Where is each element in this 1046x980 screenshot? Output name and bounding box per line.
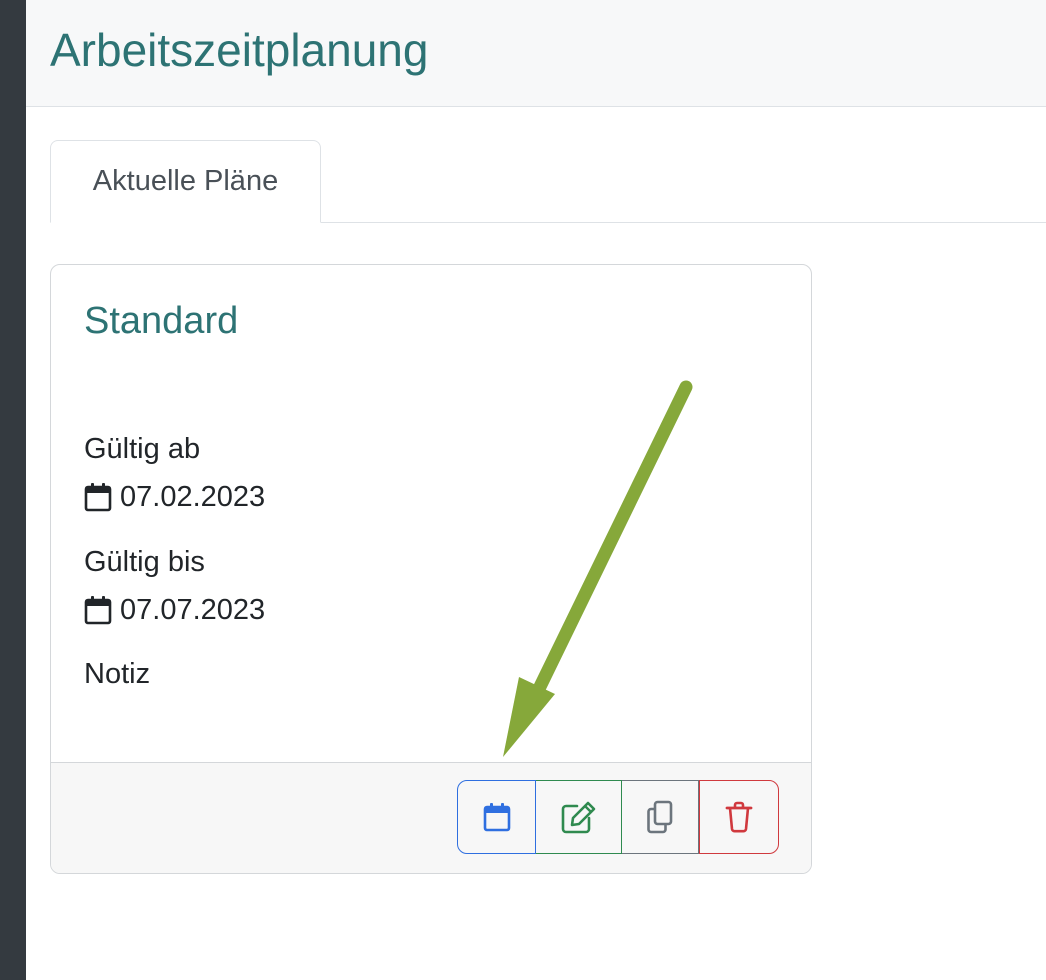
calendar-icon (84, 596, 112, 625)
valid-to-row: 07.07.2023 (84, 593, 265, 627)
valid-from-row: 07.02.2023 (84, 480, 265, 514)
edit-button[interactable] (536, 780, 622, 854)
plan-card: Standard Gültig ab 07.02.2023 Gültig bis… (50, 264, 812, 874)
action-button-group (457, 780, 779, 854)
delete-button[interactable] (699, 780, 779, 854)
copy-button[interactable] (622, 780, 699, 854)
calendar-icon (84, 483, 112, 512)
note-label: Notiz (84, 658, 151, 690)
calendar-button[interactable] (457, 780, 536, 854)
pencil-square-icon (561, 801, 595, 834)
card-footer (51, 762, 811, 873)
valid-from-label: Gültig ab (84, 433, 201, 465)
tab-aktuelle-plaene[interactable]: Aktuelle Pläne (50, 140, 321, 223)
app-sidebar (0, 0, 26, 980)
valid-from-date: 07.02.2023 (120, 481, 266, 513)
valid-to-label: Gültig bis (84, 546, 205, 578)
trash-icon (725, 801, 753, 833)
card-title: Standard (84, 300, 239, 342)
calendar-icon (483, 803, 510, 832)
valid-to-date: 07.07.2023 (120, 594, 266, 626)
page-title: Arbeitszeitplanung (50, 24, 429, 76)
page-header: Arbeitszeitplanung (26, 0, 1046, 107)
copy-icon (647, 800, 673, 834)
